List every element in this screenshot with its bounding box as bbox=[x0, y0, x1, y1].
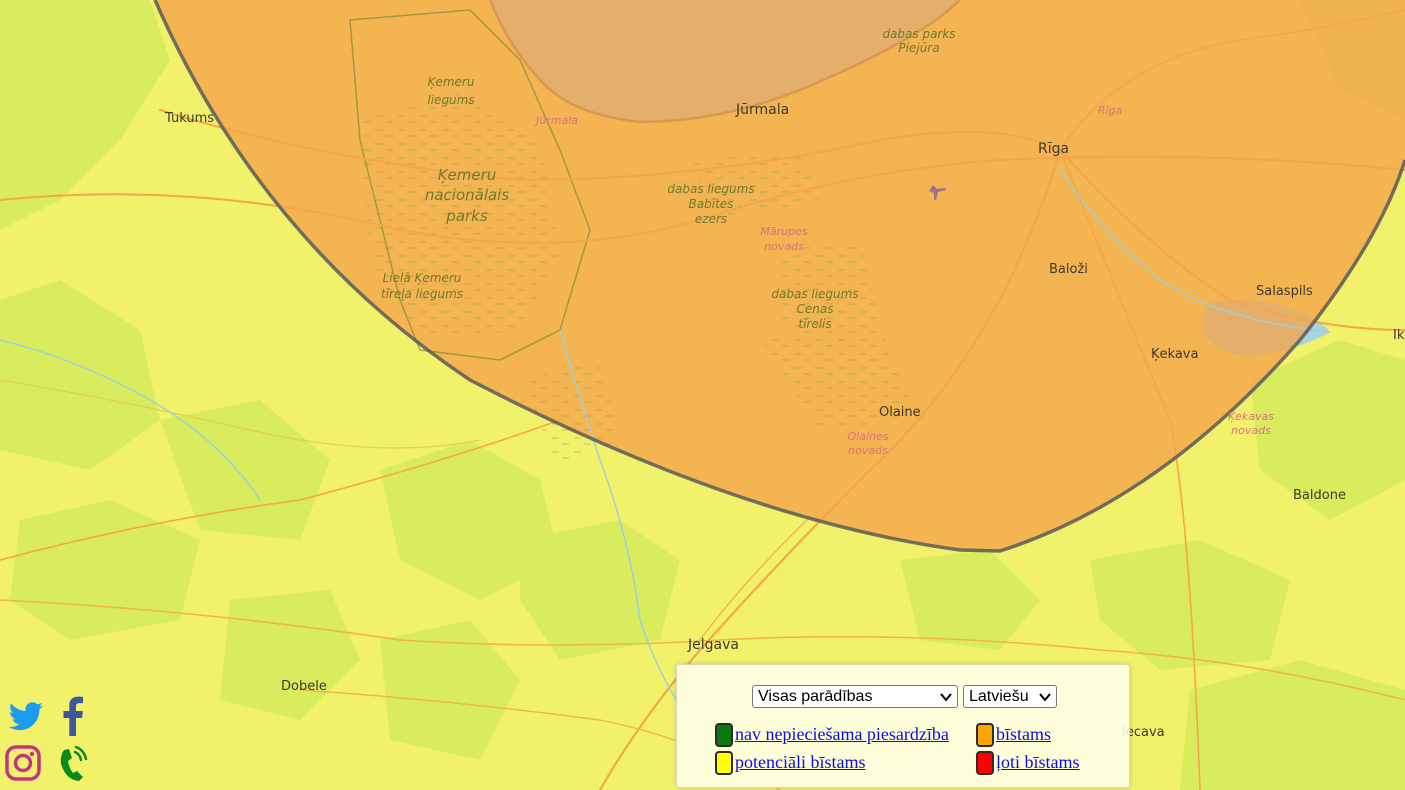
place-label-jurmala: Jūrmala bbox=[735, 102, 789, 118]
place-label-balozi: Baloži bbox=[1049, 262, 1088, 277]
park-label-piejura-2: Piejūra bbox=[898, 41, 939, 55]
place-label-kekava: Ķekava bbox=[1151, 347, 1198, 362]
park-label-kemeru-np-1: Ķemeru bbox=[438, 166, 497, 184]
municipality-label-jurmala: Jūrmala bbox=[534, 114, 578, 127]
legend-swatch-orange bbox=[976, 723, 994, 747]
park-label-liela-kemeru-1: Lielā Ķemeru bbox=[383, 271, 462, 285]
legend-link-potentially-dangerous[interactable]: potenciāli bīstams bbox=[735, 752, 865, 773]
legend-swatch-yellow bbox=[715, 751, 733, 775]
legend-link-no-caution[interactable]: nav nepieciešama piesardzība bbox=[735, 724, 949, 745]
phenomena-select[interactable]: Visas parādības bbox=[752, 685, 958, 708]
municipality-label-kekavas-1: Ķekavas bbox=[1228, 410, 1274, 423]
park-label-cenas-2: Cenas bbox=[797, 302, 834, 316]
park-label-kemeru-np-2: nacionālais bbox=[425, 186, 510, 204]
place-label-olaine: Olaine bbox=[879, 405, 921, 420]
municipality-label-olaines-2: novads bbox=[848, 444, 888, 457]
place-label-baldone: Baldone bbox=[1293, 488, 1346, 503]
language-select[interactable]: Latviešu bbox=[963, 685, 1057, 708]
facebook-link[interactable] bbox=[54, 696, 94, 736]
park-label-kemeru-np-3: parks bbox=[445, 207, 488, 225]
park-label-piejura-1: dabas parks bbox=[882, 27, 955, 41]
park-label-cenas-3: tīrelis bbox=[798, 317, 831, 331]
legend-swatch-red bbox=[976, 751, 994, 775]
place-label-ik: Ik bbox=[1393, 328, 1405, 343]
legend-link-very-dangerous[interactable]: ļoti bīstams bbox=[996, 752, 1080, 773]
twitter-icon bbox=[8, 702, 43, 731]
place-label-dobele: Dobele bbox=[281, 679, 327, 694]
phone-link[interactable] bbox=[54, 744, 94, 784]
social-links bbox=[4, 694, 94, 786]
legend-link-dangerous[interactable]: bīstams bbox=[996, 724, 1051, 745]
phenomena-select-value: Visas parādības bbox=[758, 688, 873, 705]
municipality-label-olaines-1: Olaines bbox=[848, 430, 889, 443]
municipality-label-riga: Rīga bbox=[1098, 104, 1123, 117]
twitter-link[interactable] bbox=[6, 696, 46, 736]
place-label-jelgava: Jelgava bbox=[687, 637, 739, 653]
language-select-value: Latviešu bbox=[969, 688, 1029, 705]
place-label-riga: Rīga bbox=[1038, 141, 1069, 157]
park-label-babites-1: dabas liegums bbox=[667, 182, 754, 196]
park-label-liela-kemeru-2: tīreļa liegums bbox=[381, 287, 463, 301]
legend-panel: Visas parādības Latviešu nav nepieciešam… bbox=[676, 664, 1130, 788]
place-label-tukums: Tukums bbox=[164, 111, 214, 126]
park-label-babites-2: Babītes bbox=[689, 197, 734, 211]
place-label-salaspils: Salaspils bbox=[1256, 284, 1313, 299]
legend-swatch-green bbox=[715, 723, 733, 747]
municipality-label-marupes-1: Mārupes bbox=[760, 225, 807, 238]
park-label-cenas-1: dabas liegums bbox=[771, 287, 858, 301]
facebook-icon bbox=[63, 696, 83, 736]
park-label-kemeru-liegums-1: Ķemeru bbox=[428, 75, 475, 89]
municipality-label-kekavas-2: novads bbox=[1231, 424, 1271, 437]
municipality-label-marupes-2: novads bbox=[764, 240, 804, 253]
chevron-down-icon bbox=[940, 693, 952, 702]
instagram-icon bbox=[5, 745, 41, 781]
phone-icon bbox=[60, 745, 88, 781]
park-label-babites-3: ezers bbox=[695, 212, 727, 226]
chevron-down-icon bbox=[1039, 693, 1051, 702]
instagram-link[interactable] bbox=[4, 744, 44, 784]
park-label-kemeru-liegums-2: liegums bbox=[427, 93, 474, 107]
